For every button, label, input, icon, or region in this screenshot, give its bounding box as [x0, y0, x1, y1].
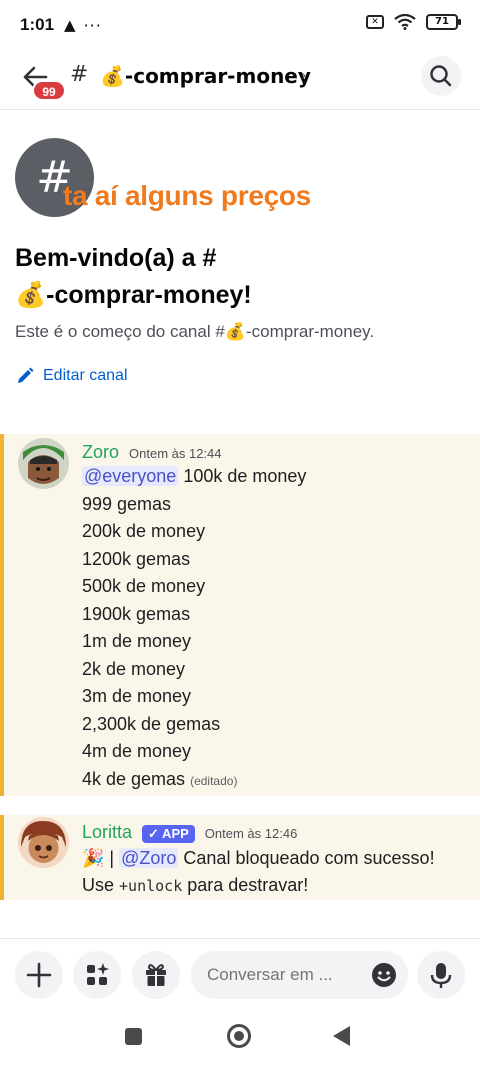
- status-time: 1:01: [20, 15, 55, 34]
- message-text: para destravar!: [182, 875, 309, 895]
- message-line: 4k de gemas (editado): [82, 769, 237, 790]
- app-tag: ✓ APP: [142, 825, 195, 843]
- author-name[interactable]: Loritta: [82, 822, 132, 843]
- wifi-icon: [394, 14, 416, 30]
- avatar[interactable]: [18, 817, 69, 868]
- message-composer: [0, 938, 480, 1010]
- edited-label: (editado): [190, 774, 238, 788]
- loritta-avatar-image: [18, 817, 69, 868]
- message-input-pill[interactable]: [191, 951, 408, 999]
- warning-icon: ▲: [64, 16, 76, 34]
- recents-button[interactable]: [125, 1028, 142, 1045]
- description-suffix: -comprar-money.: [245, 322, 375, 341]
- edit-channel-label: Editar canal: [43, 367, 128, 384]
- channel-name: -comprar-money: [124, 64, 311, 88]
- status-bar: 1:01 ▲ ··· ✕ 71: [0, 0, 480, 50]
- mention-zoro[interactable]: @Zoro: [119, 848, 179, 868]
- search-icon: [430, 65, 452, 87]
- welcome-line1: Bem-vindo(a) a #: [15, 244, 217, 272]
- home-button[interactable]: [227, 1024, 251, 1048]
- message-header: Zoro Ontem às 12:44: [82, 442, 222, 463]
- voice-message-button[interactable]: [417, 951, 465, 999]
- welcome-line2: -comprar-money!: [46, 281, 252, 309]
- message-line: 999 gemas: [82, 494, 172, 514]
- overlay-text: ta aí alguns preços: [63, 180, 311, 211]
- description-prefix: Este é o começo do canal #: [15, 322, 225, 341]
- message-line: @everyone 100k de money: [82, 466, 306, 487]
- message-text: 4k de gemas: [82, 769, 186, 789]
- welcome-line2-wrap: 💰-comprar-money!: [15, 277, 465, 314]
- message-line: 4m de money: [82, 741, 192, 761]
- welcome-heading: Bem-vindo(a) a # 💰-comprar-money!: [15, 240, 465, 314]
- separator: |: [104, 848, 120, 868]
- inline-code: +unlock: [119, 877, 183, 895]
- pencil-icon: [18, 367, 34, 383]
- emoji-icon[interactable]: [370, 961, 398, 989]
- status-icons: ✕ 71: [366, 14, 461, 30]
- zoro-avatar-image: [18, 438, 69, 489]
- timestamp: Ontem às 12:46: [204, 826, 298, 841]
- moneybag-emoji: 💰: [100, 64, 125, 88]
- message-text: Use: [82, 875, 120, 895]
- gift-button[interactable]: [132, 951, 180, 999]
- mention-everyone[interactable]: @everyone: [82, 466, 179, 486]
- channel-hash-icon: #: [70, 62, 89, 87]
- unread-badge: 99: [32, 80, 66, 101]
- avatar[interactable]: [18, 438, 69, 489]
- battery-icon: 71: [426, 14, 461, 30]
- channel-description: Este é o começo do canal #💰-comprar-mone…: [15, 322, 374, 342]
- message-text: Canal bloqueado com sucesso!: [178, 848, 435, 868]
- message-text: 100k de money: [178, 466, 307, 486]
- gift-icon: [146, 964, 166, 986]
- chevron-right-icon[interactable]: ›: [301, 68, 307, 84]
- message-line: 1200k gemas: [82, 549, 191, 569]
- message-line: 2k de money: [82, 659, 186, 679]
- timestamp: Ontem às 12:44: [129, 446, 222, 461]
- message-line: 2,300k de gemas: [82, 714, 221, 734]
- party-emoji: 🎉: [82, 848, 105, 868]
- message-line: 200k de money: [82, 521, 206, 541]
- system-back-button[interactable]: [333, 1026, 350, 1046]
- message-line: 1900k gemas: [82, 604, 191, 624]
- system-nav-bar: [0, 1010, 480, 1066]
- message-loritta[interactable]: Loritta ✓ APP Ontem às 12:46 🎉 | @Zoro C…: [0, 815, 480, 900]
- message-line: 3m de money: [82, 686, 192, 706]
- author-name[interactable]: Zoro: [82, 442, 119, 463]
- status-more: ···: [83, 15, 102, 35]
- moneybag-emoji: 💰: [224, 322, 246, 341]
- plus-icon: [26, 962, 52, 988]
- microphone-icon: [430, 963, 452, 988]
- message-zoro[interactable]: Zoro Ontem às 12:44 @everyone 100k de mo…: [0, 434, 480, 796]
- add-attachment-button[interactable]: [15, 951, 63, 999]
- apps-button[interactable]: [73, 951, 121, 999]
- search-button[interactable]: [421, 56, 461, 96]
- no-sim-icon: ✕: [366, 15, 384, 29]
- channel-title[interactable]: 💰-comprar-money: [100, 64, 311, 88]
- message-line: 1m de money: [82, 631, 192, 651]
- message-line: 500k de money: [82, 576, 206, 596]
- message-input[interactable]: [207, 965, 357, 985]
- message-line: 🎉 | @Zoro Canal bloqueado com sucesso!: [82, 848, 435, 869]
- apps-icon: [87, 963, 109, 985]
- moneybag-emoji: 💰: [15, 281, 47, 309]
- message-header: Loritta ✓ APP Ontem às 12:46: [82, 822, 297, 843]
- edit-channel-button[interactable]: Editar canal: [15, 366, 128, 386]
- message-line: Use +unlock para destravar!: [82, 875, 308, 896]
